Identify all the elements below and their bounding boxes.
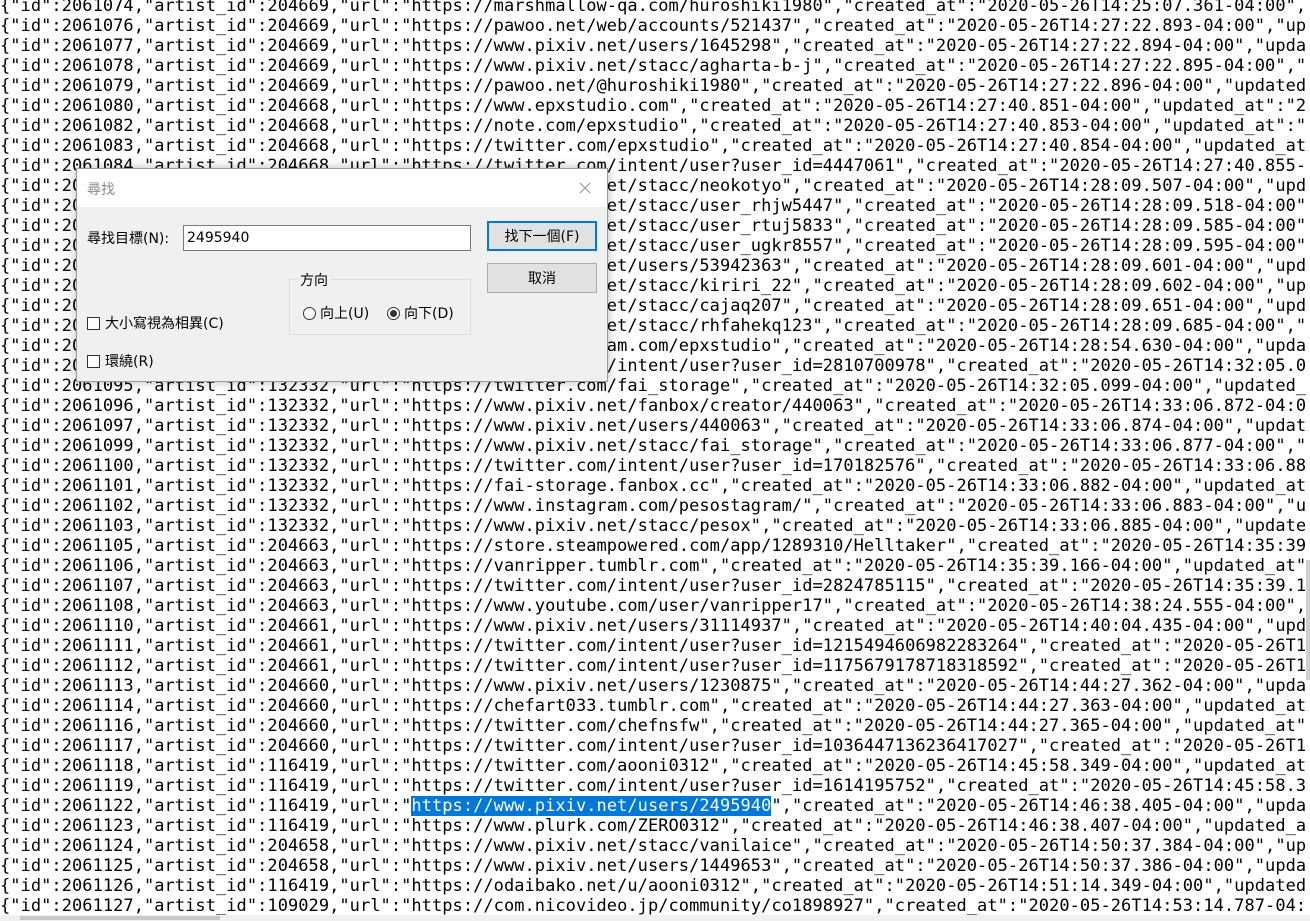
wrap-around-label: 環繞(R) xyxy=(105,354,154,370)
text-line: {"id":2061110,"artist_id":204661,"url":"… xyxy=(0,616,1310,636)
text-line: {"id":2061112,"artist_id":204661,"url":"… xyxy=(0,656,1310,676)
text-line: {"id":2061125,"artist_id":204658,"url":"… xyxy=(0,856,1310,876)
text-line: {"id":2061076,"artist_id":204669,"url":"… xyxy=(0,16,1310,36)
close-icon xyxy=(579,182,591,194)
match-case-checkbox[interactable]: 大小寫視為相異(C) xyxy=(87,313,224,333)
text-line: {"id":2061123,"artist_id":116419,"url":"… xyxy=(0,816,1310,836)
vertical-scrollbar[interactable] xyxy=(1306,0,1310,915)
radio-down-circle[interactable] xyxy=(387,306,400,320)
editor-lines: {"id":2061074,"artist_id":204669,"url":"… xyxy=(0,0,1310,915)
search-match-highlight: https://www.pixiv.net/users/2495940 xyxy=(411,796,772,816)
dialog-title-bar[interactable]: 尋找 xyxy=(77,169,607,207)
text-line: {"id":2061096,"artist_id":132332,"url":"… xyxy=(0,396,1310,416)
text-line: {"id":2061077,"artist_id":204669,"url":"… xyxy=(0,36,1310,56)
text-line: {"id":2061108,"artist_id":204663,"url":"… xyxy=(0,596,1310,616)
direction-up-radio[interactable]: 向上(U) xyxy=(303,303,369,323)
find-what-label: 尋找目標(N): xyxy=(87,231,170,247)
dialog-title: 尋找 xyxy=(87,182,115,198)
text-line: {"id":2061114,"artist_id":204660,"url":"… xyxy=(0,696,1310,716)
text-line: {"id":2061105,"artist_id":204663,"url":"… xyxy=(0,536,1310,556)
horizontal-scroll-thumb[interactable] xyxy=(20,916,220,920)
close-button[interactable] xyxy=(571,175,599,201)
direction-up-label: 向上(U) xyxy=(320,306,370,322)
text-line: {"id":2061107,"artist_id":204663,"url":"… xyxy=(0,576,1310,596)
find-dialog: 尋找 尋找目標(N): 找下一個(F) 取消 方向 向上(U) 向下(D) 大小… xyxy=(76,168,608,382)
direction-down-label: 向下(D) xyxy=(404,306,454,322)
text-line: {"id":2061100,"artist_id":132332,"url":"… xyxy=(0,456,1310,476)
text-line: {"id":2061083,"artist_id":204668,"url":"… xyxy=(0,136,1310,156)
text-line: {"id":2061074,"artist_id":204669,"url":"… xyxy=(0,0,1310,16)
text-line: {"id":2061082,"artist_id":204668,"url":"… xyxy=(0,116,1310,136)
find-next-button[interactable]: 找下一個(F) xyxy=(487,221,597,251)
text-line: {"id":2061119,"artist_id":116419,"url":"… xyxy=(0,776,1310,796)
horizontal-scrollbar[interactable] xyxy=(0,915,1310,921)
text-line: {"id":2061078,"artist_id":204669,"url":"… xyxy=(0,56,1310,76)
text-line: {"id":2061101,"artist_id":132332,"url":"… xyxy=(0,476,1310,496)
text-line: {"id":2061116,"artist_id":204660,"url":"… xyxy=(0,716,1310,736)
text-line: {"id":2061099,"artist_id":132332,"url":"… xyxy=(0,436,1310,456)
text-line: {"id":2061111,"artist_id":204661,"url":"… xyxy=(0,636,1310,656)
text-line: {"id":2061097,"artist_id":132332,"url":"… xyxy=(0,416,1310,436)
line-text-after-match: ","created_at":"2020-05-26T14:46:38.405-… xyxy=(771,796,1310,816)
text-line: {"id":2061117,"artist_id":204660,"url":"… xyxy=(0,736,1310,756)
find-what-input[interactable] xyxy=(183,225,471,251)
text-line: {"id":2061122,"artist_id":116419,"url":"… xyxy=(0,796,1310,816)
radio-up-circle[interactable] xyxy=(303,306,316,320)
cancel-button[interactable]: 取消 xyxy=(487,263,597,293)
vertical-scroll-thumb[interactable] xyxy=(1306,560,1310,680)
match-case-label: 大小寫視為相異(C) xyxy=(105,316,224,332)
text-line: {"id":2061113,"artist_id":204660,"url":"… xyxy=(0,676,1310,696)
match-case-box[interactable] xyxy=(87,316,100,330)
text-line: {"id":2061103,"artist_id":132332,"url":"… xyxy=(0,516,1310,536)
text-line: {"id":2061126,"artist_id":116419,"url":"… xyxy=(0,876,1310,896)
text-line: {"id":2061118,"artist_id":116419,"url":"… xyxy=(0,756,1310,776)
text-editor[interactable]: {"id":2061074,"artist_id":204669,"url":"… xyxy=(0,0,1310,915)
direction-label: 方向 xyxy=(297,270,331,290)
wrap-around-box[interactable] xyxy=(87,354,100,368)
wrap-around-checkbox[interactable]: 環繞(R) xyxy=(87,351,154,371)
text-line: {"id":2061106,"artist_id":204663,"url":"… xyxy=(0,556,1310,576)
line-text-before-match: {"id":2061122,"artist_id":116419,"url":" xyxy=(0,796,412,816)
text-line: {"id":2061079,"artist_id":204669,"url":"… xyxy=(0,76,1310,96)
text-line: {"id":2061102,"artist_id":132332,"url":"… xyxy=(0,496,1310,516)
text-line: {"id":2061124,"artist_id":204658,"url":"… xyxy=(0,836,1310,856)
direction-down-radio[interactable]: 向下(D) xyxy=(387,303,454,323)
text-line: {"id":2061080,"artist_id":204668,"url":"… xyxy=(0,96,1310,116)
text-line: {"id":2061127,"artist_id":109029,"url":"… xyxy=(0,896,1310,915)
